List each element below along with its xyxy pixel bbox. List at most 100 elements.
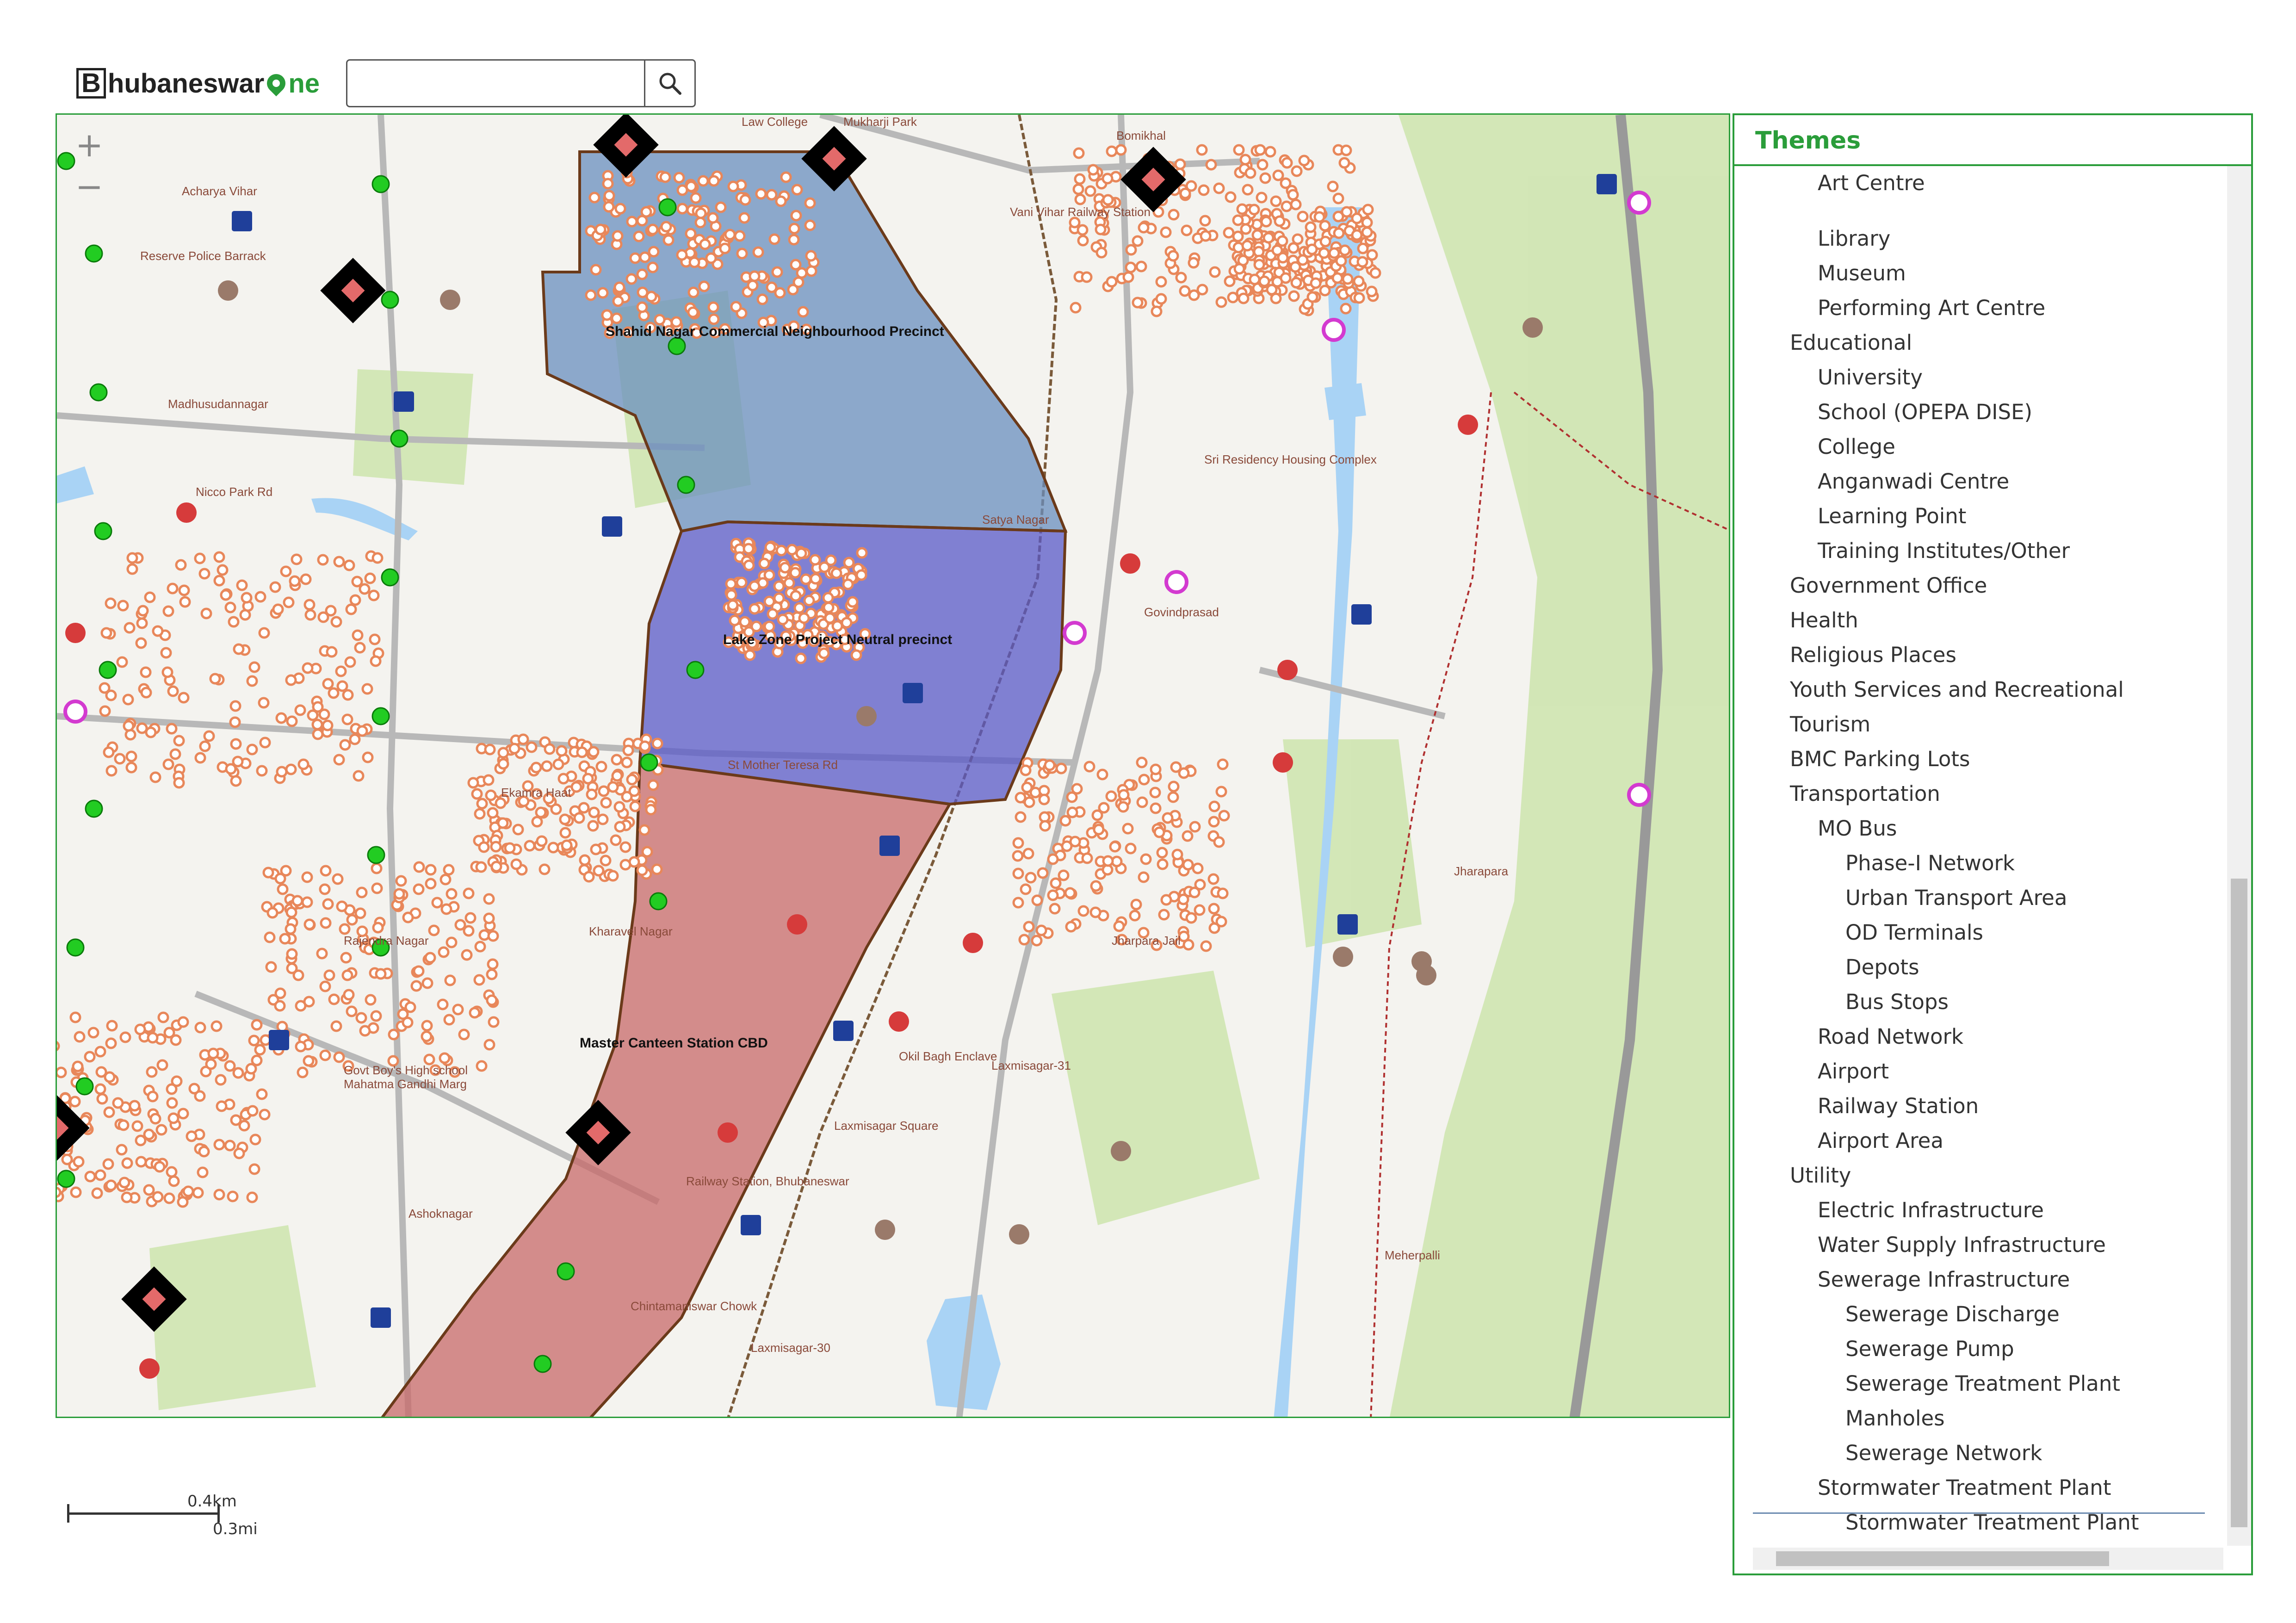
anganwadi-marker — [1111, 1141, 1131, 1161]
road-dot — [619, 841, 631, 853]
theme-item[interactable]: Sewerage Network — [1845, 1441, 2042, 1465]
road-dot — [356, 725, 368, 737]
road-dot — [544, 743, 556, 755]
road-dot — [1077, 235, 1089, 247]
theme-item[interactable]: Urban Transport Area — [1845, 886, 2067, 910]
road-dot — [264, 931, 276, 943]
road-dot — [804, 219, 816, 231]
road-dot — [333, 556, 345, 568]
theme-item[interactable]: Road Network — [1818, 1024, 1963, 1049]
road-dot — [166, 1083, 178, 1095]
theme-item[interactable]: Art Centre — [1818, 171, 1925, 195]
road-dot — [118, 1119, 130, 1131]
theme-item[interactable]: Sewerage Infrastructure — [1818, 1267, 2070, 1292]
road-dot — [332, 873, 344, 885]
road-dot — [1328, 247, 1340, 259]
map-canvas[interactable] — [57, 115, 1730, 1418]
road-dot — [437, 998, 449, 1010]
road-dot — [715, 201, 727, 213]
theme-item[interactable]: Government Office — [1790, 573, 1987, 598]
place-label: Laxmisagar Square — [834, 1119, 939, 1133]
theme-item[interactable]: Training Institutes/Other — [1818, 539, 2070, 563]
road-dot — [209, 673, 221, 685]
theme-item[interactable]: Tourism — [1790, 712, 1870, 737]
search-button[interactable] — [644, 61, 694, 106]
theme-item[interactable]: Manholes — [1845, 1406, 1945, 1431]
road-dot — [847, 596, 859, 608]
road-dot — [1361, 217, 1373, 229]
theme-item[interactable]: Youth Services and Recreational — [1790, 677, 2124, 702]
theme-item[interactable]: Sewerage Discharge — [1845, 1302, 2060, 1326]
search-box — [346, 59, 696, 107]
road-dot — [1232, 214, 1244, 226]
theme-item[interactable]: Anganwadi Centre — [1818, 469, 2009, 494]
road-dot — [105, 597, 117, 609]
theme-item[interactable]: Sewerage Treatment Plant — [1845, 1371, 2120, 1396]
theme-item[interactable]: Learning Point — [1818, 504, 1966, 528]
bus-stop-marker — [381, 291, 399, 309]
road-dot — [1096, 768, 1108, 781]
theme-item[interactable]: Performing Art Centre — [1818, 296, 2045, 320]
road-dot — [1310, 277, 1322, 289]
theme-item[interactable]: School (OPEPA DISE) — [1818, 400, 2032, 424]
road-dot — [304, 609, 316, 621]
road-dot — [254, 591, 266, 603]
zoom-in-button[interactable]: + — [71, 124, 108, 166]
theme-item[interactable]: Library — [1818, 226, 1890, 251]
road-dot — [1272, 169, 1284, 181]
theme-item[interactable]: Depots — [1845, 955, 1919, 979]
road-dot — [1179, 285, 1191, 297]
theme-item[interactable]: Utility — [1790, 1163, 1851, 1188]
road-dot — [687, 306, 699, 318]
road-dot — [648, 246, 660, 258]
road-dot — [1136, 796, 1148, 808]
road-dot — [725, 578, 737, 590]
place-label: Laxmisagar-31 — [991, 1059, 1071, 1072]
road-dot — [590, 264, 602, 276]
road-dot — [1194, 879, 1206, 891]
theme-item[interactable]: Religious Places — [1790, 643, 1956, 667]
theme-item[interactable]: Transportation — [1790, 781, 1940, 806]
road-dot — [340, 952, 352, 964]
road-dot — [1049, 903, 1061, 915]
theme-item[interactable]: OD Terminals — [1845, 920, 1983, 945]
road-dot — [1047, 889, 1059, 901]
theme-item[interactable]: College — [1818, 434, 1895, 459]
road-dot — [289, 575, 301, 587]
road-dot — [317, 611, 329, 623]
road-dot — [1106, 145, 1118, 157]
map-view[interactable]: + − Shahid Nagar Commercial Neighbourhoo… — [56, 113, 1730, 1418]
theme-item[interactable]: Water Supply Infrastructure — [1818, 1233, 2106, 1257]
road-dot — [1179, 187, 1191, 199]
theme-item[interactable]: Bus Stops — [1845, 990, 1949, 1014]
place-label: Govindprasad — [1144, 605, 1219, 619]
theme-item[interactable]: Sewerage Pump — [1845, 1337, 2014, 1361]
road-dot — [439, 1052, 451, 1064]
road-dot — [1319, 220, 1331, 232]
vertical-scrollbar[interactable] — [2227, 166, 2251, 1546]
road-dot — [179, 596, 191, 608]
theme-item[interactable]: University — [1818, 365, 1923, 390]
zoom-out-button[interactable]: − — [71, 166, 108, 207]
theme-item[interactable]: Railway Station — [1818, 1094, 1979, 1118]
horizontal-scrollbar[interactable] — [1753, 1548, 2223, 1570]
theme-item[interactable]: Phase-I Network — [1845, 851, 2015, 875]
theme-item[interactable]: Museum — [1818, 261, 1906, 285]
search-input[interactable] — [347, 61, 644, 106]
road-dot — [749, 580, 761, 592]
road-dot — [556, 745, 568, 757]
theme-item[interactable]: Educational — [1790, 330, 1912, 355]
road-dot — [371, 862, 383, 874]
atm-marker — [787, 914, 807, 935]
theme-item[interactable]: BMC Parking Lots — [1790, 747, 1970, 771]
atm-marker — [1458, 415, 1478, 435]
theme-item[interactable]: MO Bus — [1818, 816, 1897, 841]
theme-item[interactable]: Airport — [1818, 1059, 1889, 1084]
theme-item[interactable]: Electric Infrastructure — [1818, 1198, 2044, 1222]
theme-item[interactable]: Stormwater Treatment Plant — [1818, 1475, 2111, 1500]
theme-item[interactable]: Health — [1790, 608, 1858, 632]
theme-item[interactable]: Airport Area — [1818, 1128, 1943, 1153]
road-dot — [178, 584, 190, 596]
road-dot — [1160, 226, 1172, 238]
road-dot — [256, 1088, 268, 1100]
